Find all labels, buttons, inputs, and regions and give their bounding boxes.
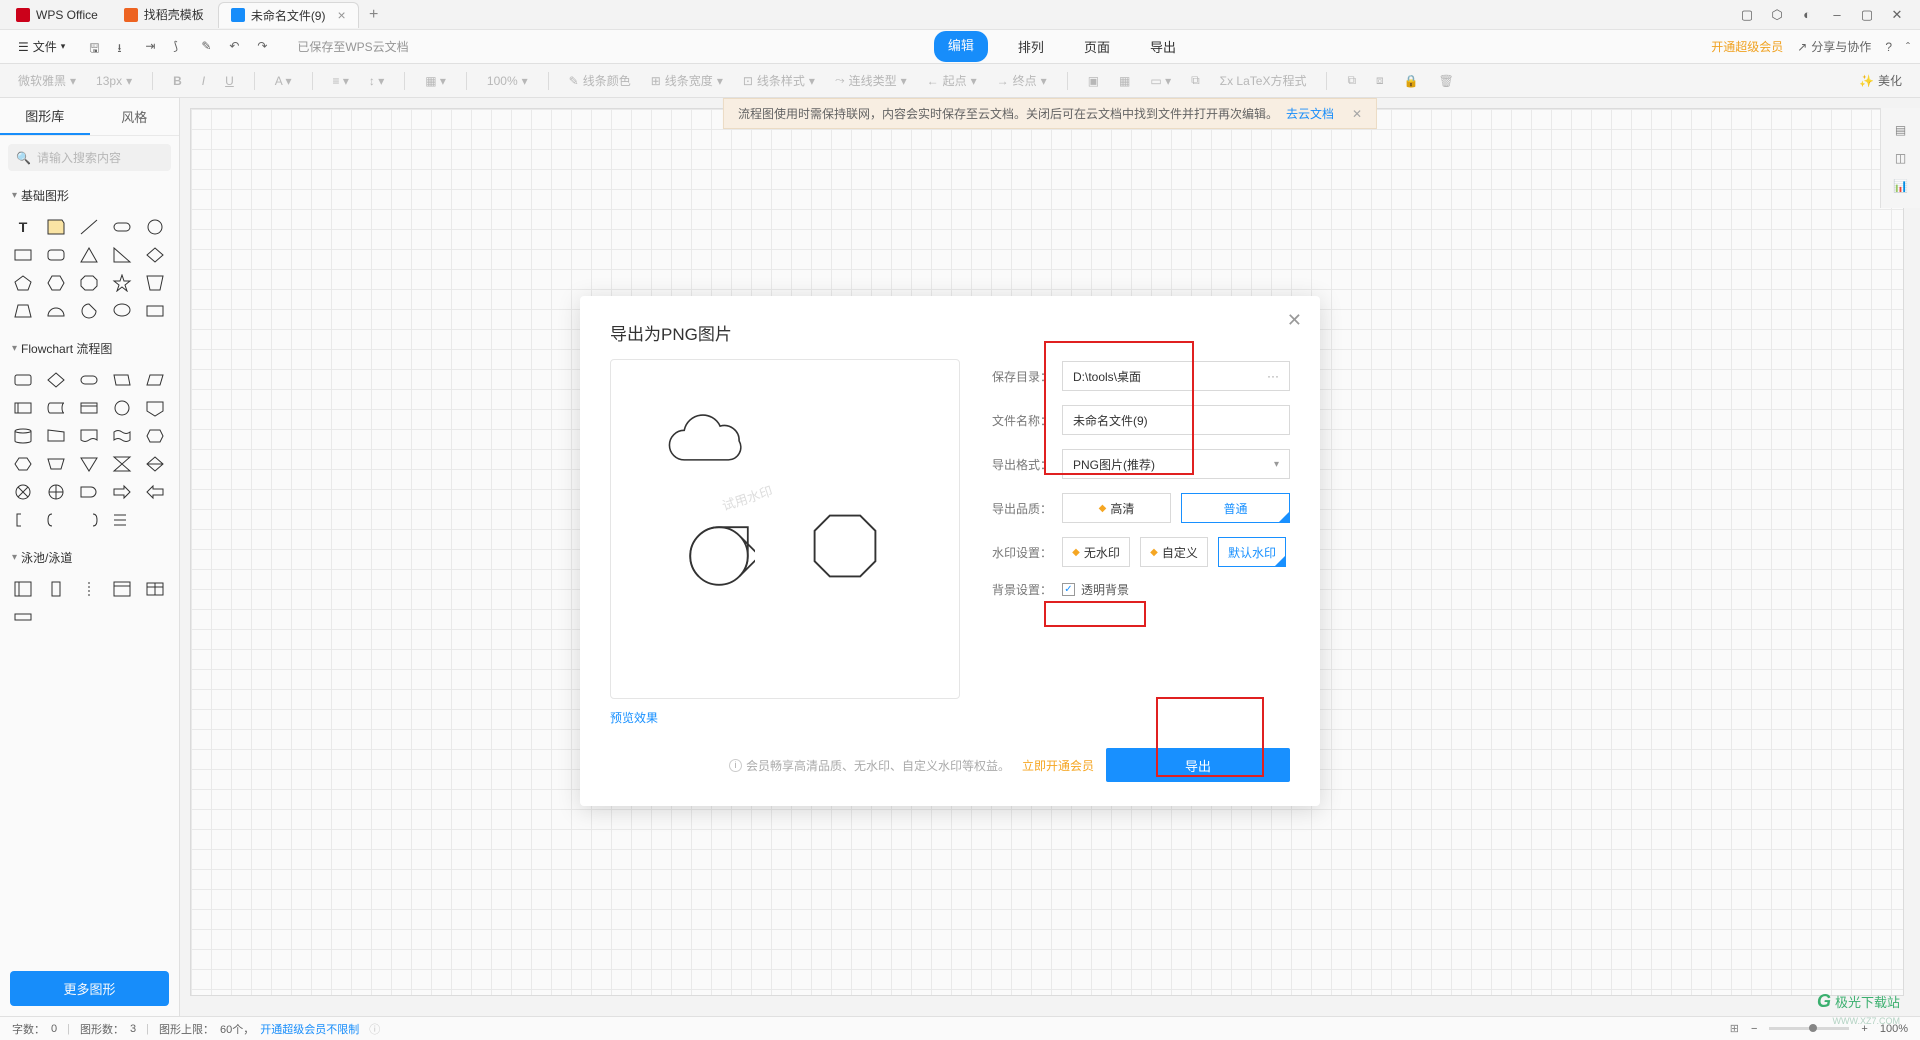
dialog-close-button[interactable]: ✕ bbox=[1287, 310, 1302, 331]
preview-label[interactable]: 预览效果 bbox=[610, 709, 960, 726]
footer-hint: i会员畅享高清品质、无水印、自定义水印等权益。 bbox=[729, 757, 1010, 774]
format-select[interactable]: PNG图片(推荐) bbox=[1062, 449, 1290, 479]
dialog-title: 导出为PNG图片 bbox=[610, 320, 1290, 345]
bg-transparent-checkbox[interactable]: ✓ bbox=[1062, 583, 1075, 596]
wm-custom[interactable]: 自定义 bbox=[1140, 537, 1208, 567]
wm-none[interactable]: 无水印 bbox=[1062, 537, 1130, 567]
format-label: 导出格式： bbox=[990, 456, 1052, 473]
browse-icon[interactable]: ··· bbox=[1267, 369, 1279, 383]
preview-pane: 试用水印 bbox=[610, 359, 960, 699]
bg-label: 背景设置： bbox=[990, 581, 1052, 598]
name-label: 文件名称： bbox=[990, 412, 1052, 429]
wm-default[interactable]: 默认水印 bbox=[1218, 537, 1286, 567]
quality-label: 导出品质： bbox=[990, 500, 1052, 517]
wm-label: 水印设置： bbox=[990, 544, 1052, 561]
bg-transparent-label: 透明背景 bbox=[1081, 581, 1129, 598]
filename-input[interactable]: 未命名文件(9) bbox=[1062, 405, 1290, 435]
info-icon: i bbox=[729, 759, 742, 772]
export-button[interactable]: 导出 bbox=[1106, 748, 1290, 782]
dir-label: 保存目录： bbox=[990, 368, 1052, 385]
quality-normal[interactable]: 普通 bbox=[1181, 493, 1290, 523]
preview-watermark: 试用水印 bbox=[719, 480, 774, 514]
export-dialog: ✕ 导出为PNG图片 试用水印 预览效果 保存目录： D:\tools\桌面··… bbox=[580, 296, 1320, 806]
quality-hd[interactable]: 高清 bbox=[1062, 493, 1171, 523]
dir-input[interactable]: D:\tools\桌面··· bbox=[1062, 361, 1290, 391]
footer-premium-link[interactable]: 立即开通会员 bbox=[1022, 757, 1094, 774]
